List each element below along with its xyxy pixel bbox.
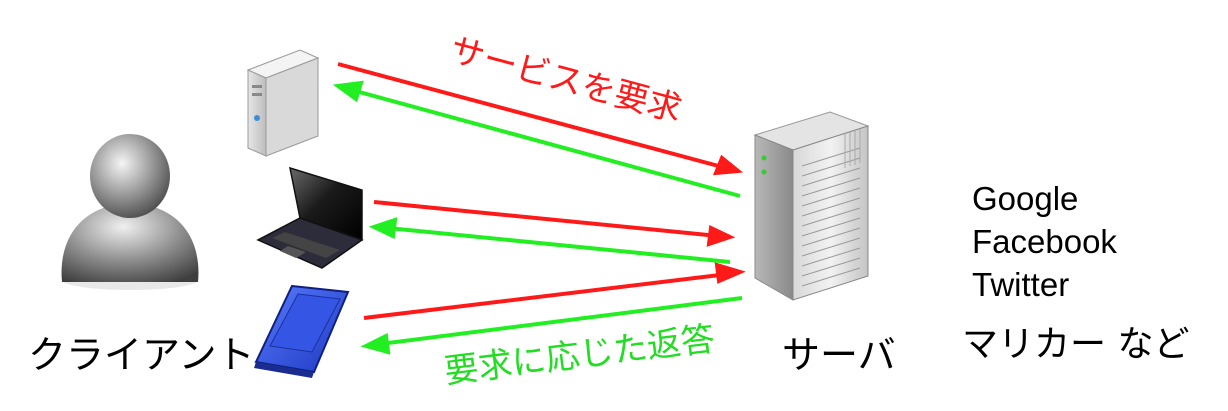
service-list: Google Facebook Twitter マリカー など bbox=[962, 180, 1189, 365]
service-item-google: Google bbox=[972, 180, 1078, 217]
request-arrowhead-laptop bbox=[706, 225, 736, 247]
service-item-facebook: Facebook bbox=[972, 223, 1117, 260]
client-label: クライアント bbox=[28, 333, 254, 377]
response-arrowhead-tablet bbox=[360, 332, 391, 355]
response-arrowhead-laptop bbox=[368, 217, 398, 239]
request-arrowhead-tablet bbox=[714, 262, 746, 284]
server-icon bbox=[753, 111, 870, 301]
server-label: サーバ bbox=[782, 333, 896, 377]
response-arrowhead-desktop bbox=[332, 80, 364, 103]
client-server-diagram: サービスを要求 要求に応じた返答 クライアント サーバ Google Faceb… bbox=[28, 30, 1189, 392]
tablet-icon bbox=[254, 284, 350, 378]
client-person-icon bbox=[61, 134, 199, 290]
request-arrowhead-desktop bbox=[712, 154, 744, 176]
laptop-icon bbox=[256, 166, 364, 269]
service-item-others: マリカー など bbox=[962, 324, 1189, 365]
request-arrow-tablet bbox=[363, 272, 729, 320]
request-label: サービスを要求 bbox=[446, 30, 686, 130]
service-item-twitter: Twitter bbox=[972, 266, 1069, 303]
desktop-tower-icon bbox=[246, 49, 320, 157]
